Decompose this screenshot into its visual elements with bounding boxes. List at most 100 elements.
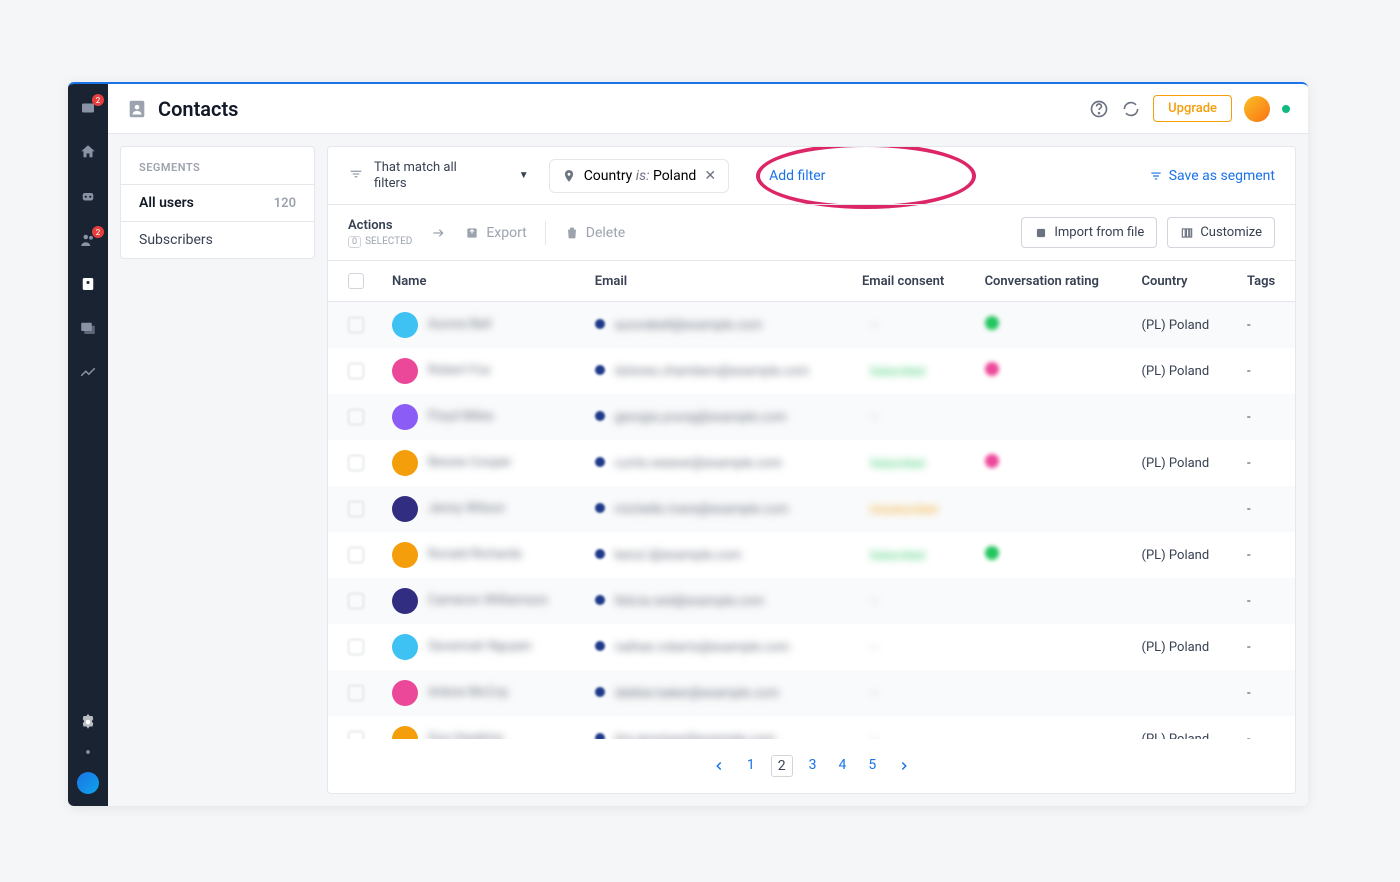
nav-settings-icon[interactable]: [78, 712, 98, 732]
contact-email: curtis.weaver@example.com: [615, 456, 782, 471]
tags-cell: -: [1233, 486, 1295, 532]
next-page-button[interactable]: [894, 756, 914, 776]
row-checkbox[interactable]: [348, 685, 364, 701]
contact-avatar: [392, 496, 418, 522]
nav-settings-small-icon[interactable]: [78, 742, 98, 762]
table-row[interactable]: Arlene McCoy debbie.baker@example.com — …: [328, 670, 1295, 716]
table-row[interactable]: Jenny Wilson michelle.rivera@example.com…: [328, 486, 1295, 532]
contact-email: debbie.baker@example.com: [615, 686, 779, 701]
row-checkbox[interactable]: [348, 455, 364, 471]
page-number[interactable]: 5: [862, 755, 882, 777]
table-row[interactable]: Cameron Williamson felicia.reid@example.…: [328, 578, 1295, 624]
consent-badge: —: [862, 731, 887, 740]
row-checkbox[interactable]: [348, 731, 364, 739]
column-header[interactable]: Name: [378, 261, 581, 302]
page-number[interactable]: 3: [803, 755, 823, 777]
table-row[interactable]: Ronald Richards kenzi.l@example.com Subs…: [328, 532, 1295, 578]
table-row[interactable]: Robert Fox dolores.chambers@example.com …: [328, 348, 1295, 394]
user-avatar[interactable]: [1244, 96, 1270, 122]
tags-cell: -: [1233, 348, 1295, 394]
tags-cell: -: [1233, 440, 1295, 486]
nav-campaigns-icon[interactable]: [78, 318, 98, 338]
refresh-icon[interactable]: [1121, 99, 1141, 119]
delete-button[interactable]: Delete: [564, 225, 625, 241]
contact-name: Savannah Nguyen: [428, 639, 532, 654]
column-header[interactable]: Email consent: [848, 261, 971, 302]
filter-chip-country[interactable]: Country is: Poland ✕: [549, 159, 729, 193]
page-number[interactable]: 2: [771, 755, 793, 777]
rating-cell: [971, 532, 1128, 578]
app-shell: 2 2: [68, 82, 1308, 806]
row-checkbox[interactable]: [348, 547, 364, 563]
caret-down-icon: ▼: [519, 170, 529, 181]
upgrade-button[interactable]: Upgrade: [1153, 95, 1232, 122]
tags-cell: -: [1233, 578, 1295, 624]
contact-avatar: [392, 588, 418, 614]
country-cell: [1128, 486, 1234, 532]
save-segment-button[interactable]: Save as segment: [1149, 168, 1275, 184]
contact-email: georgia.young@example.com: [615, 410, 787, 425]
table-row[interactable]: Floyd Miles georgia.young@example.com — …: [328, 394, 1295, 440]
table-row[interactable]: Bessie Cooper curtis.weaver@example.com …: [328, 440, 1295, 486]
contact-name: Robert Fox: [428, 363, 491, 378]
country-cell: (PL) Poland: [1128, 532, 1234, 578]
row-checkbox[interactable]: [348, 317, 364, 333]
column-header[interactable]: Tags: [1233, 261, 1295, 302]
contact-email: aurorabell@example.com: [615, 318, 763, 333]
topbar: Contacts Upgrade: [108, 84, 1308, 134]
tags-cell: -: [1233, 624, 1295, 670]
row-checkbox[interactable]: [348, 363, 364, 379]
row-checkbox[interactable]: [348, 501, 364, 517]
rating-cell: [971, 716, 1128, 739]
contact-name: Jenny Wilson: [428, 501, 505, 516]
column-header[interactable]: Conversation rating: [971, 261, 1128, 302]
prev-page-button[interactable]: [709, 756, 729, 776]
sidebar-nav: 2 2: [68, 84, 108, 806]
contact-avatar: [392, 542, 418, 568]
table-row[interactable]: Guy Hawkins tim.jennings@example.com — (…: [328, 716, 1295, 739]
select-all-checkbox[interactable]: [348, 273, 364, 289]
table-row[interactable]: Aurora Bell aurorabell@example.com — (PL…: [328, 302, 1295, 349]
column-header[interactable]: Email: [581, 261, 848, 302]
help-icon[interactable]: [1089, 99, 1109, 119]
tags-cell: -: [1233, 302, 1295, 349]
consent-badge: —: [862, 317, 887, 334]
nav-inbox-icon[interactable]: 2: [78, 98, 98, 118]
import-button[interactable]: Import from file: [1021, 217, 1157, 248]
nav-users-icon[interactable]: 2: [78, 230, 98, 250]
nav-contacts-icon[interactable]: [78, 274, 98, 294]
column-header[interactable]: Country: [1128, 261, 1234, 302]
contact-email: kenzi.l@example.com: [615, 548, 742, 563]
contact-avatar: [392, 312, 418, 338]
add-filter-button[interactable]: Add filter: [769, 168, 825, 184]
nav-home-icon[interactable]: [78, 142, 98, 162]
contact-name: Ronald Richards: [428, 547, 522, 562]
segment-item[interactable]: All users120: [121, 184, 314, 222]
contact-email: dolores.chambers@example.com: [615, 364, 809, 379]
next-arrow-icon[interactable]: [430, 225, 446, 241]
row-checkbox[interactable]: [348, 409, 364, 425]
contact-avatar: [392, 358, 418, 384]
country-cell: (PL) Poland: [1128, 440, 1234, 486]
page-number[interactable]: 1: [741, 755, 761, 777]
nav-analytics-icon[interactable]: [78, 362, 98, 382]
row-checkbox[interactable]: [348, 639, 364, 655]
table-row[interactable]: Savannah Nguyen nathan.roberts@example.c…: [328, 624, 1295, 670]
contact-email: michelle.rivera@example.com: [615, 502, 789, 517]
segment-item[interactable]: Subscribers: [121, 222, 314, 258]
customize-icon: [1180, 226, 1194, 240]
contact-avatar: [392, 404, 418, 430]
rating-cell: [971, 624, 1128, 670]
nav-bot-icon[interactable]: [78, 186, 98, 206]
row-checkbox[interactable]: [348, 593, 364, 609]
rating-cell: [971, 670, 1128, 716]
export-button[interactable]: Export: [464, 225, 526, 241]
remove-filter-icon[interactable]: ✕: [704, 168, 716, 184]
rating-cell: [971, 348, 1128, 394]
app-logo: [77, 772, 99, 794]
customize-button[interactable]: Customize: [1167, 217, 1275, 248]
table-area: That match all filters ▼ Country is: Pol…: [327, 146, 1296, 794]
filter-match-dropdown[interactable]: That match all filters ▼: [374, 160, 529, 191]
contact-avatar: [392, 726, 418, 739]
page-number[interactable]: 4: [832, 755, 852, 777]
